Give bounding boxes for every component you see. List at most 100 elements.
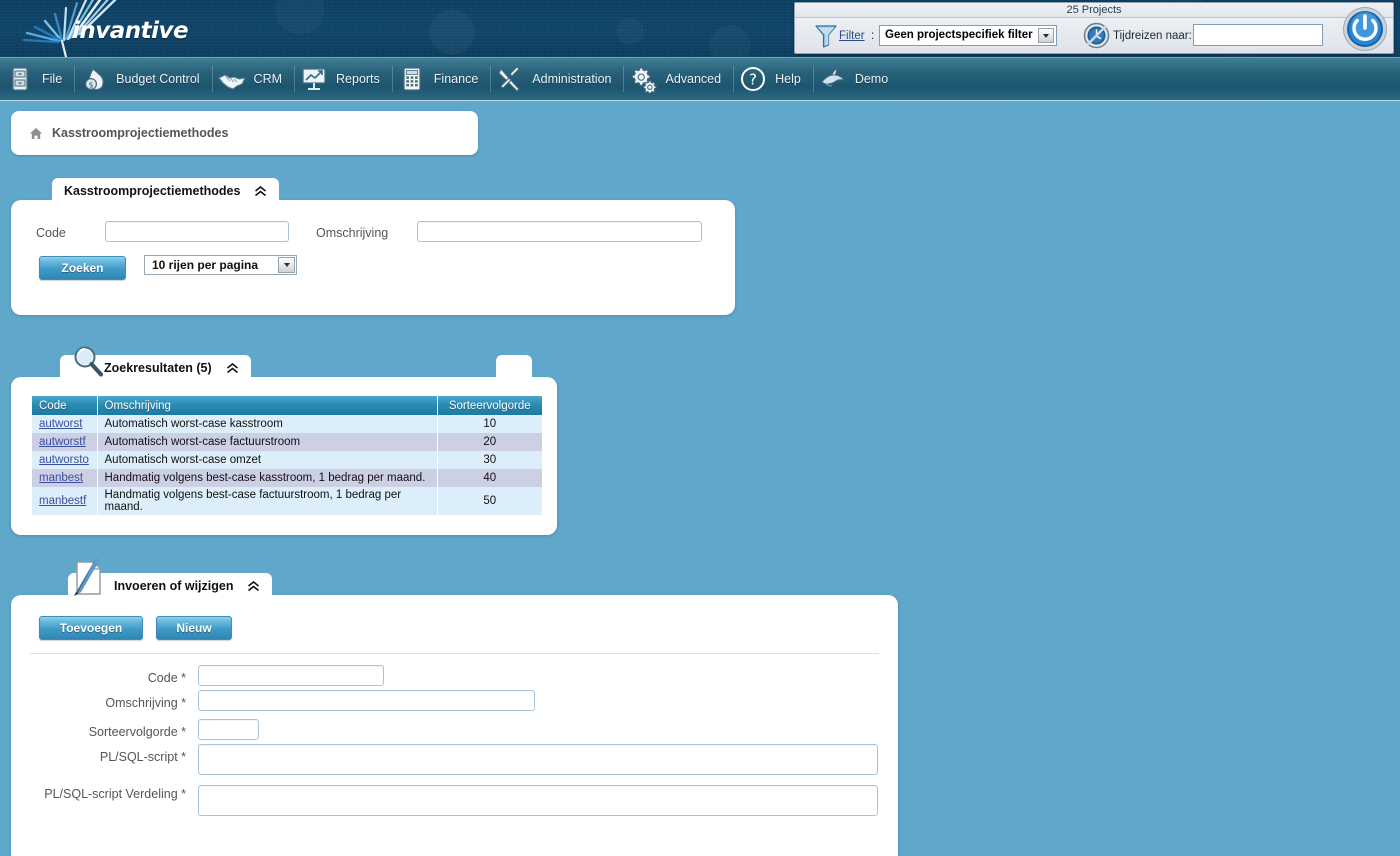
results-panel-title: Zoekresultaten (5) (104, 361, 212, 375)
search-panel-title: Kasstroomprojectiemethodes (64, 184, 240, 198)
menu-item-crm[interactable]: CRM (212, 57, 294, 101)
filter-link[interactable]: Filter (839, 30, 865, 42)
menu-label: File (42, 72, 62, 86)
row-code-link[interactable]: autworstf (39, 436, 86, 448)
menu-item-file[interactable]: File (0, 57, 74, 101)
field-label-plsql-script-verdeling: PL/SQL-script Verdeling * (19, 787, 186, 801)
home-icon (29, 127, 43, 140)
table-row: manbestf Handmatig volgens best-case fac… (32, 487, 542, 515)
field-label-omschrijving: Omschrijving * (31, 696, 186, 710)
field-input-omschrijving[interactable] (198, 690, 535, 711)
menu-item-finance[interactable]: Finance (392, 57, 490, 101)
field-input-plsql-script[interactable] (198, 744, 878, 775)
top-banner: invantive 25 Projects Filter : Geen proj… (0, 0, 1400, 57)
column-header-code[interactable]: Code (32, 396, 97, 415)
project-filter-panel: 25 Projects Filter : Geen projectspecifi… (794, 2, 1394, 54)
row-code-link[interactable]: autworsto (39, 454, 89, 466)
form-divider (30, 653, 879, 654)
power-button[interactable] (1342, 6, 1388, 52)
project-filter-value: Geen projectspecifiek filter (885, 29, 1033, 41)
field-label-sorteervolgorde: Sorteervolgorde * (31, 725, 186, 739)
project-count-label: 25 Projects (795, 3, 1393, 18)
column-header-sorteervolgorde[interactable]: Sorteervolgorde (437, 396, 542, 415)
cell-omschrijving: Handmatig volgens best-case kasstroom, 1… (97, 469, 437, 487)
field-input-sorteervolgorde[interactable] (198, 719, 259, 740)
menu-label: CRM (254, 72, 282, 86)
row-code-link[interactable]: manbest (39, 472, 83, 484)
table-header-row: Code Omschrijving Sorteervolgorde (32, 396, 542, 415)
main-menu-bar: File $ Budget Control CRM Reports (0, 57, 1400, 101)
menu-item-demo[interactable]: Demo (813, 57, 900, 101)
new-button[interactable]: Nieuw (156, 616, 232, 640)
edit-panel: Toevoegen Nieuw Code * Omschrijving * So… (11, 595, 898, 856)
cell-sorteervolgorde: 40 (437, 469, 542, 487)
cell-code[interactable]: autworstf (32, 433, 97, 451)
search-panel: Code Omschrijving Zoeken 10 rijen per pa… (11, 200, 735, 315)
column-header-omschrijving[interactable]: Omschrijving (97, 396, 437, 415)
field-input-plsql-script-verdeling[interactable] (198, 785, 878, 816)
svg-text:?: ? (749, 71, 757, 89)
search-button-label: Zoeken (61, 261, 103, 275)
filter-colon: : (871, 30, 874, 42)
project-filter-select[interactable]: Geen projectspecifiek filter (879, 25, 1057, 46)
calculator-icon (398, 65, 426, 93)
edit-panel-title: Invoeren of wijzigen (114, 579, 233, 593)
search-omschrijving-input[interactable] (417, 221, 702, 242)
cell-omschrijving: Automatisch worst-case factuurstroom (97, 433, 437, 451)
cell-sorteervolgorde: 30 (437, 451, 542, 469)
row-code-link[interactable]: autworst (39, 418, 82, 430)
search-button[interactable]: Zoeken (39, 256, 126, 280)
field-label-plsql-script: PL/SQL-script * (31, 750, 186, 764)
table-row: autworst Automatisch worst-case kasstroo… (32, 415, 542, 433)
menu-item-advanced[interactable]: Advanced (623, 57, 733, 101)
search-omschrijving-label: Omschrijving (316, 226, 388, 240)
table-row: autworstf Automatisch worst-case factuur… (32, 433, 542, 451)
menu-item-budget-control[interactable]: $ Budget Control (74, 57, 211, 101)
add-button[interactable]: Toevoegen (39, 616, 143, 640)
menu-label: Administration (532, 72, 611, 86)
gears-icon (629, 65, 657, 93)
chevron-up-icon[interactable] (226, 363, 239, 374)
time-travel-input[interactable] (1193, 24, 1323, 46)
funnel-icon (815, 24, 837, 48)
presentation-chart-icon (300, 65, 328, 93)
field-input-code[interactable] (198, 665, 384, 686)
edit-panel-tab[interactable]: Invoeren of wijzigen (68, 573, 272, 599)
cell-code[interactable]: manbestf (32, 487, 97, 515)
menu-label: Advanced (665, 72, 721, 86)
results-panel-tab[interactable]: Zoekresultaten (5) (60, 355, 251, 381)
cell-code[interactable]: autworsto (32, 451, 97, 469)
chevron-down-icon[interactable] (278, 257, 295, 273)
note-pencil-icon (66, 556, 110, 600)
menu-item-administration[interactable]: Administration (490, 57, 623, 101)
search-code-label: Code (36, 226, 66, 240)
cell-omschrijving: Automatisch worst-case kasstroom (97, 415, 437, 433)
chevron-up-icon[interactable] (254, 186, 267, 197)
search-code-input[interactable] (105, 221, 289, 242)
search-panel-tab[interactable]: Kasstroomprojectiemethodes (52, 178, 279, 204)
rows-per-page-select[interactable]: 10 rijen per pagina (144, 255, 297, 275)
dolphin-icon (819, 65, 847, 93)
question-circle-icon: ? (739, 65, 767, 93)
results-panel-tab-stub (496, 355, 532, 381)
logo[interactable]: invantive (22, 0, 282, 57)
handshake-icon (218, 65, 246, 93)
cell-code[interactable]: manbest (32, 469, 97, 487)
cell-code[interactable]: autworst (32, 415, 97, 433)
chevron-down-icon[interactable] (1038, 28, 1054, 43)
menu-item-reports[interactable]: Reports (294, 57, 392, 101)
menu-label: Reports (336, 72, 380, 86)
menu-label: Help (775, 72, 801, 86)
menu-label: Finance (434, 72, 478, 86)
row-code-link[interactable]: manbestf (39, 495, 86, 507)
svg-text:$: $ (89, 80, 94, 89)
menu-item-help[interactable]: ? Help (733, 57, 813, 101)
cell-omschrijving: Handmatig volgens best-case factuurstroo… (97, 487, 437, 515)
results-panel: Code Omschrijving Sorteervolgorde autwor… (11, 377, 557, 535)
new-button-label: Nieuw (176, 621, 211, 635)
time-travel-clock-icon[interactable] (1083, 22, 1110, 49)
breadcrumb-text: Kasstroomprojectiemethodes (52, 126, 228, 140)
chevron-up-icon[interactable] (247, 581, 260, 592)
results-table: Code Omschrijving Sorteervolgorde autwor… (32, 396, 542, 515)
menu-label: Demo (855, 72, 888, 86)
